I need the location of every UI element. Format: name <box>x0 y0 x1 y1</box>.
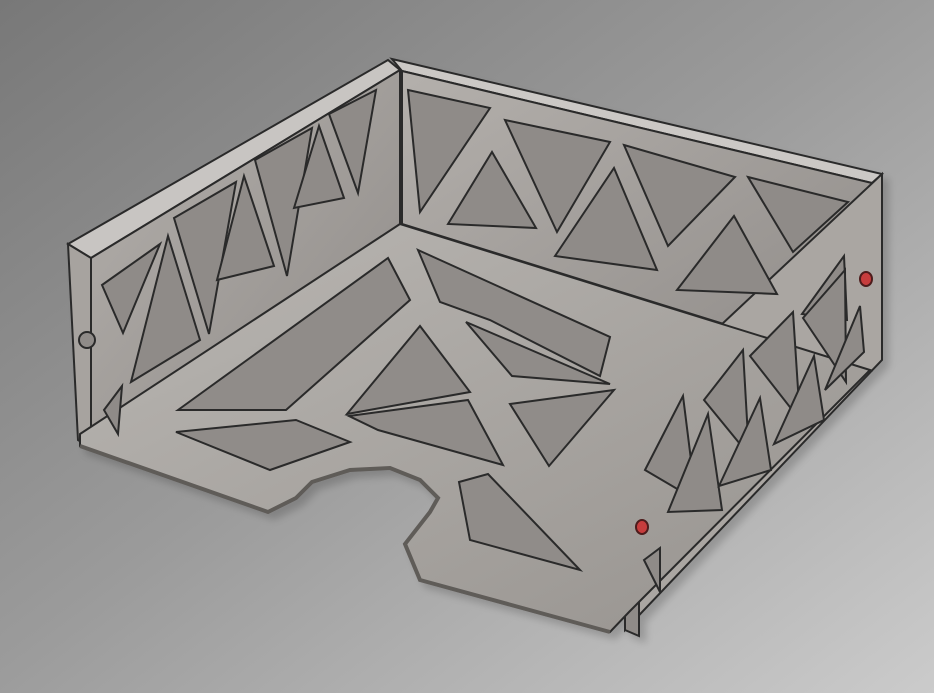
model-scene <box>0 0 934 693</box>
cad-viewport[interactable] <box>0 0 934 693</box>
